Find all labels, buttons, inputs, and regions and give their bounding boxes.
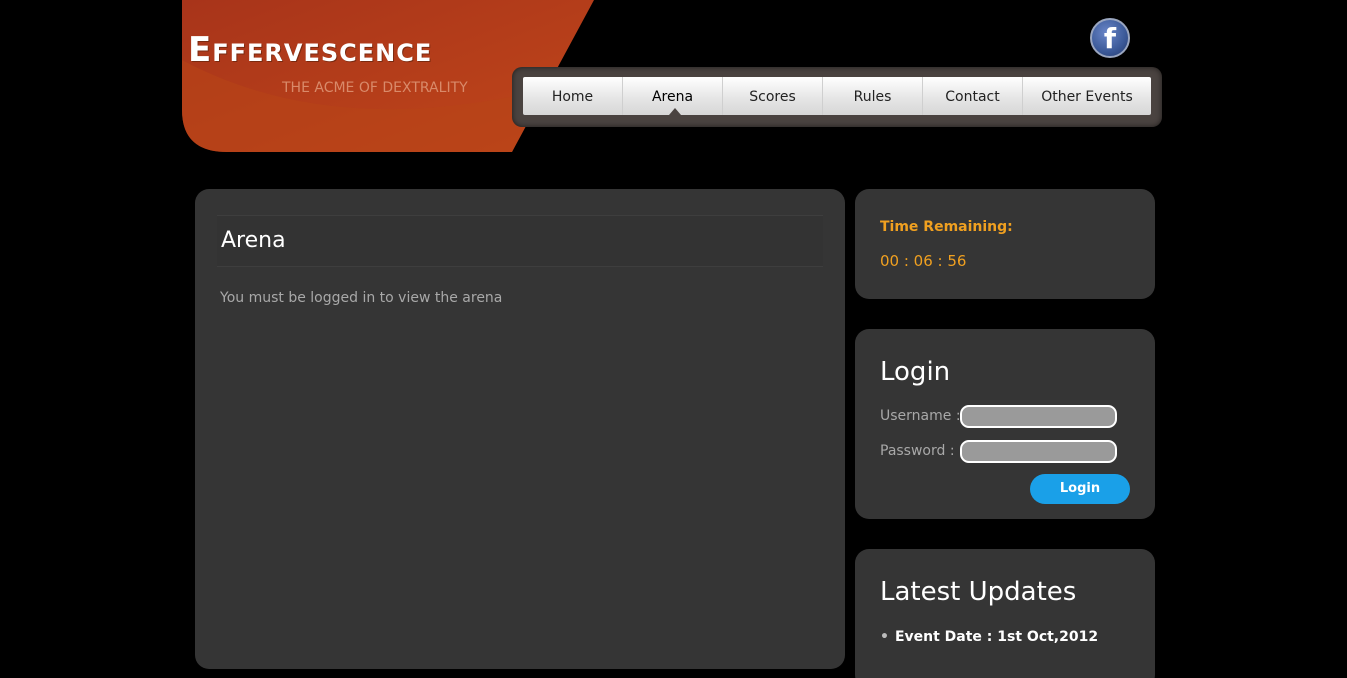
nav-item-scores[interactable]: Scores [723,77,823,115]
updates-panel: Latest Updates • Event Date : 1st Oct,201… [855,549,1155,678]
page-title: Arena [221,228,286,253]
facebook-icon[interactable]: f [1090,18,1130,58]
login-title: Login [880,357,951,387]
login-button[interactable]: Login [1030,474,1130,504]
nav-item-home[interactable]: Home [523,77,623,115]
nav-item-contact[interactable]: Contact [923,77,1023,115]
site-tagline: THE ACME OF DEXTRALITY [282,80,468,96]
site-title: Effervescence [188,30,433,70]
timer-panel: Time Remaining: 00 : 06 : 56 [855,189,1155,299]
password-label: Password : [880,443,955,459]
update-text: Event Date : 1st Oct,2012 [894,629,1099,645]
password-field[interactable] [960,440,1117,463]
bullet-icon: • [880,629,889,645]
login-required-message: You must be logged in to view the arena [220,290,503,306]
page: Effervescence THE ACME OF DEXTRALITY f H… [0,0,1347,678]
updates-title: Latest Updates [880,577,1077,607]
arena-panel: Arena You must be logged in to view the … [195,189,845,669]
nav-bar: Home Arena Scores Rules Contact Other Ev… [523,77,1151,115]
arena-heading-bar: Arena [217,215,823,267]
nav-item-rules[interactable]: Rules [823,77,923,115]
main-nav: Home Arena Scores Rules Contact Other Ev… [512,67,1162,127]
list-item: • Event Date : 1st Oct,2012 [880,629,1098,645]
nav-item-other-events[interactable]: Other Events [1023,77,1151,115]
username-label: Username : [880,408,961,424]
nav-item-arena[interactable]: Arena [623,77,723,115]
timer-value: 00 : 06 : 56 [880,252,967,270]
timer-label: Time Remaining: [880,219,1013,235]
username-field[interactable] [960,405,1117,428]
login-panel: Login Username : Password : Login [855,329,1155,519]
